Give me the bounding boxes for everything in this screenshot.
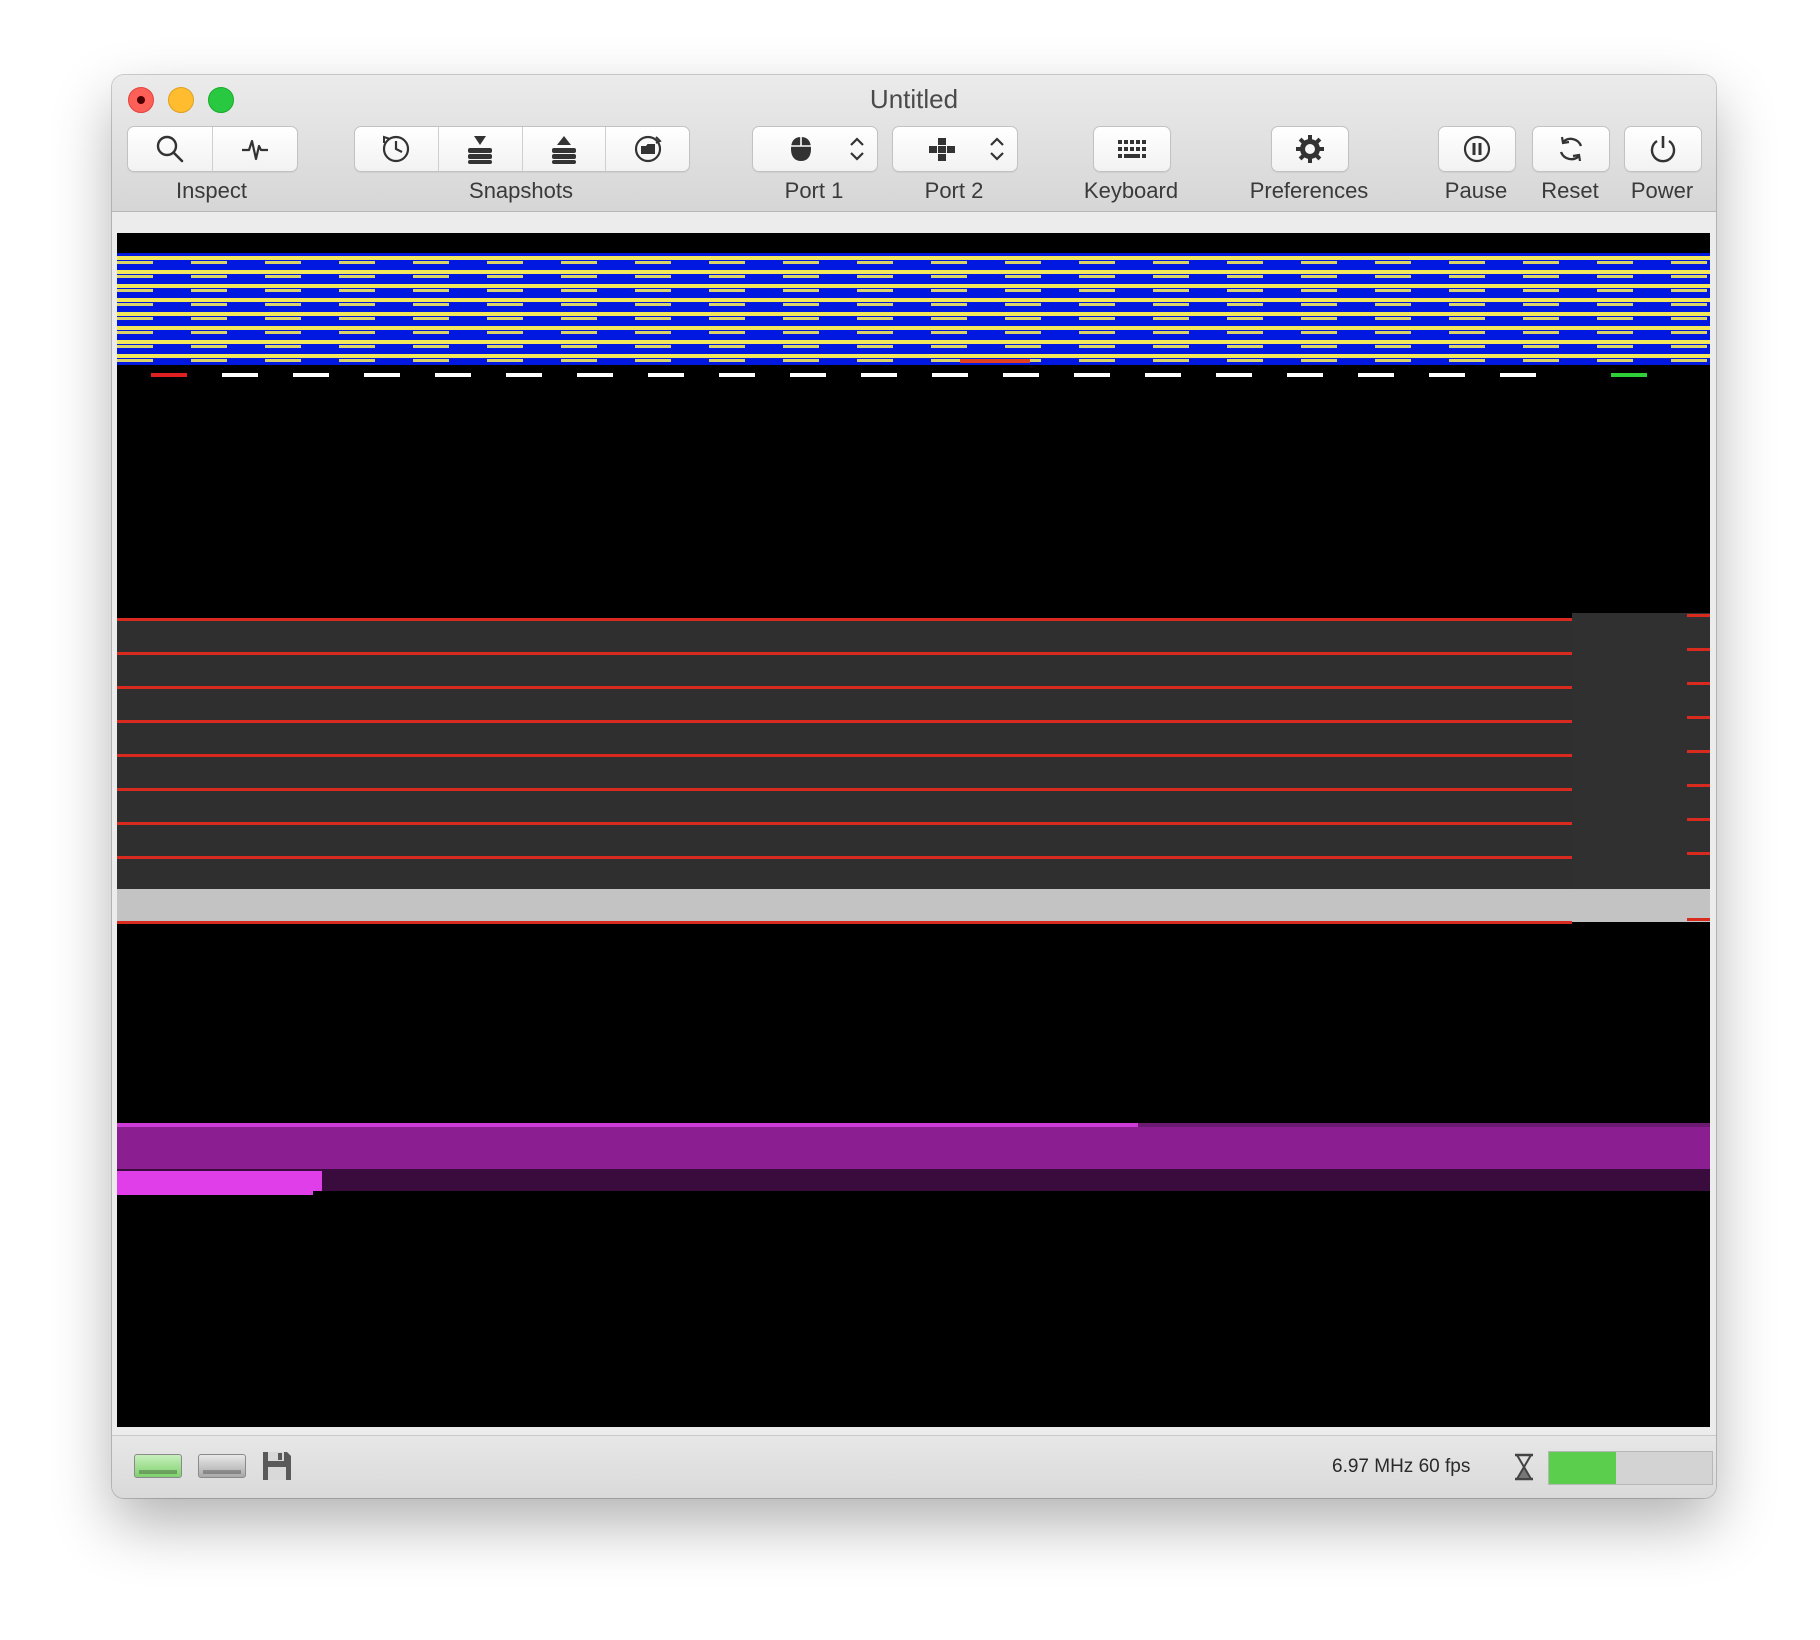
magnifier-icon bbox=[156, 135, 184, 163]
raster-red-line bbox=[117, 618, 1572, 621]
chevron-updown-icon bbox=[990, 137, 1004, 161]
raster-red-mark bbox=[960, 359, 1030, 363]
snapshot-take-button[interactable] bbox=[355, 127, 439, 171]
snapshots-segment bbox=[354, 126, 690, 172]
raster-pink-block bbox=[117, 1171, 322, 1191]
snapshot-stack-up-icon bbox=[551, 136, 576, 164]
window-title: Untitled bbox=[869, 84, 959, 114]
raster-dashes bbox=[151, 373, 1551, 377]
power-button[interactable] bbox=[1625, 127, 1701, 171]
emulator-screen[interactable] bbox=[117, 233, 1710, 1427]
raster-red-line bbox=[117, 921, 1572, 924]
port1-cell[interactable] bbox=[753, 127, 877, 171]
raster-red-tick bbox=[1687, 918, 1710, 921]
port2-cell[interactable] bbox=[893, 127, 1017, 171]
port1-label: Port 1 bbox=[784, 178, 844, 203]
raster-dash-red bbox=[151, 373, 187, 377]
raster-red-tick bbox=[1687, 852, 1710, 855]
raster-red-tick bbox=[1687, 818, 1710, 821]
chevron-updown-icon bbox=[850, 137, 864, 161]
raster-red-tick bbox=[1687, 614, 1710, 617]
raster-red-tick bbox=[1687, 716, 1710, 719]
raster-purple-band bbox=[117, 1127, 1710, 1169]
snapshot-stack-down-icon bbox=[468, 136, 493, 164]
raster-red-tick bbox=[1687, 682, 1710, 685]
hourglass-icon[interactable] bbox=[1512, 1452, 1536, 1482]
pause-button[interactable] bbox=[1439, 127, 1515, 171]
keyboard-label: Keyboard bbox=[1083, 178, 1179, 203]
raster-red-tick bbox=[1687, 784, 1710, 787]
power-icon bbox=[1650, 136, 1676, 163]
power-label: Power bbox=[1630, 178, 1694, 203]
emulator-window: Untitled Inspect Snapshots Port 1 Port 2… bbox=[112, 75, 1716, 1498]
raster-red-line bbox=[117, 788, 1572, 791]
gear-icon bbox=[1296, 135, 1324, 163]
raster-pink-tail bbox=[117, 1191, 313, 1195]
drive-active-icon[interactable] bbox=[134, 1454, 182, 1478]
preferences-button[interactable] bbox=[1272, 127, 1348, 171]
pause-segment bbox=[1438, 126, 1516, 172]
joystick-icon bbox=[929, 138, 955, 161]
snapshot-save-button[interactable] bbox=[439, 127, 523, 171]
inspect-label: Inspect bbox=[176, 178, 247, 203]
snapshot-browse-icon bbox=[634, 135, 662, 163]
keyboard-icon bbox=[1118, 140, 1146, 158]
preferences-segment bbox=[1271, 126, 1349, 172]
raster-dark-purple-band bbox=[117, 1169, 1710, 1191]
speed-gauge-fill bbox=[1549, 1452, 1616, 1484]
title-bar: Untitled Inspect Snapshots Port 1 Port 2… bbox=[112, 75, 1716, 212]
speed-gauge bbox=[1548, 1451, 1713, 1485]
pulse-icon bbox=[242, 139, 268, 161]
raster-red-tick bbox=[1687, 648, 1710, 651]
raster-dash-green bbox=[1611, 373, 1647, 377]
raster-light-bar bbox=[117, 889, 1710, 922]
status-bar: 6.97 MHz 60 fps bbox=[112, 1435, 1716, 1498]
keyboard-button[interactable] bbox=[1094, 127, 1170, 171]
port2-popup[interactable] bbox=[892, 126, 1018, 172]
inspect-segment bbox=[127, 126, 298, 172]
reset-button[interactable] bbox=[1533, 127, 1609, 171]
raster-red-line bbox=[117, 822, 1572, 825]
pause-icon bbox=[1463, 135, 1491, 163]
raster-red-line bbox=[117, 754, 1572, 757]
preferences-label: Preferences bbox=[1249, 178, 1369, 203]
raster-red-line bbox=[117, 720, 1572, 723]
port2-label: Port 2 bbox=[924, 178, 984, 203]
raster-stripes-overlay bbox=[117, 253, 1710, 365]
snapshot-clock-icon bbox=[383, 135, 410, 163]
pause-label: Pause bbox=[1444, 178, 1508, 203]
keyboard-segment bbox=[1093, 126, 1171, 172]
snapshot-restore-button[interactable] bbox=[523, 127, 607, 171]
raster-red-line bbox=[117, 856, 1572, 859]
snapshots-label: Snapshots bbox=[469, 178, 573, 203]
raster-red-line bbox=[117, 686, 1572, 689]
floppy-disk-icon[interactable] bbox=[260, 1449, 294, 1483]
raster-red-line bbox=[117, 652, 1572, 655]
raster-red-tick bbox=[1687, 750, 1710, 753]
power-segment bbox=[1624, 126, 1702, 172]
drive-idle-icon[interactable] bbox=[198, 1454, 246, 1478]
reset-segment bbox=[1532, 126, 1610, 172]
monitor-button[interactable] bbox=[213, 127, 297, 171]
snapshot-browse-button[interactable] bbox=[606, 127, 689, 171]
port1-popup[interactable] bbox=[752, 126, 878, 172]
inspect-button[interactable] bbox=[128, 127, 213, 171]
mouse-icon bbox=[791, 137, 811, 161]
reset-label: Reset bbox=[1541, 178, 1599, 203]
screen-top-border bbox=[117, 233, 1710, 253]
reset-icon bbox=[1559, 136, 1583, 162]
